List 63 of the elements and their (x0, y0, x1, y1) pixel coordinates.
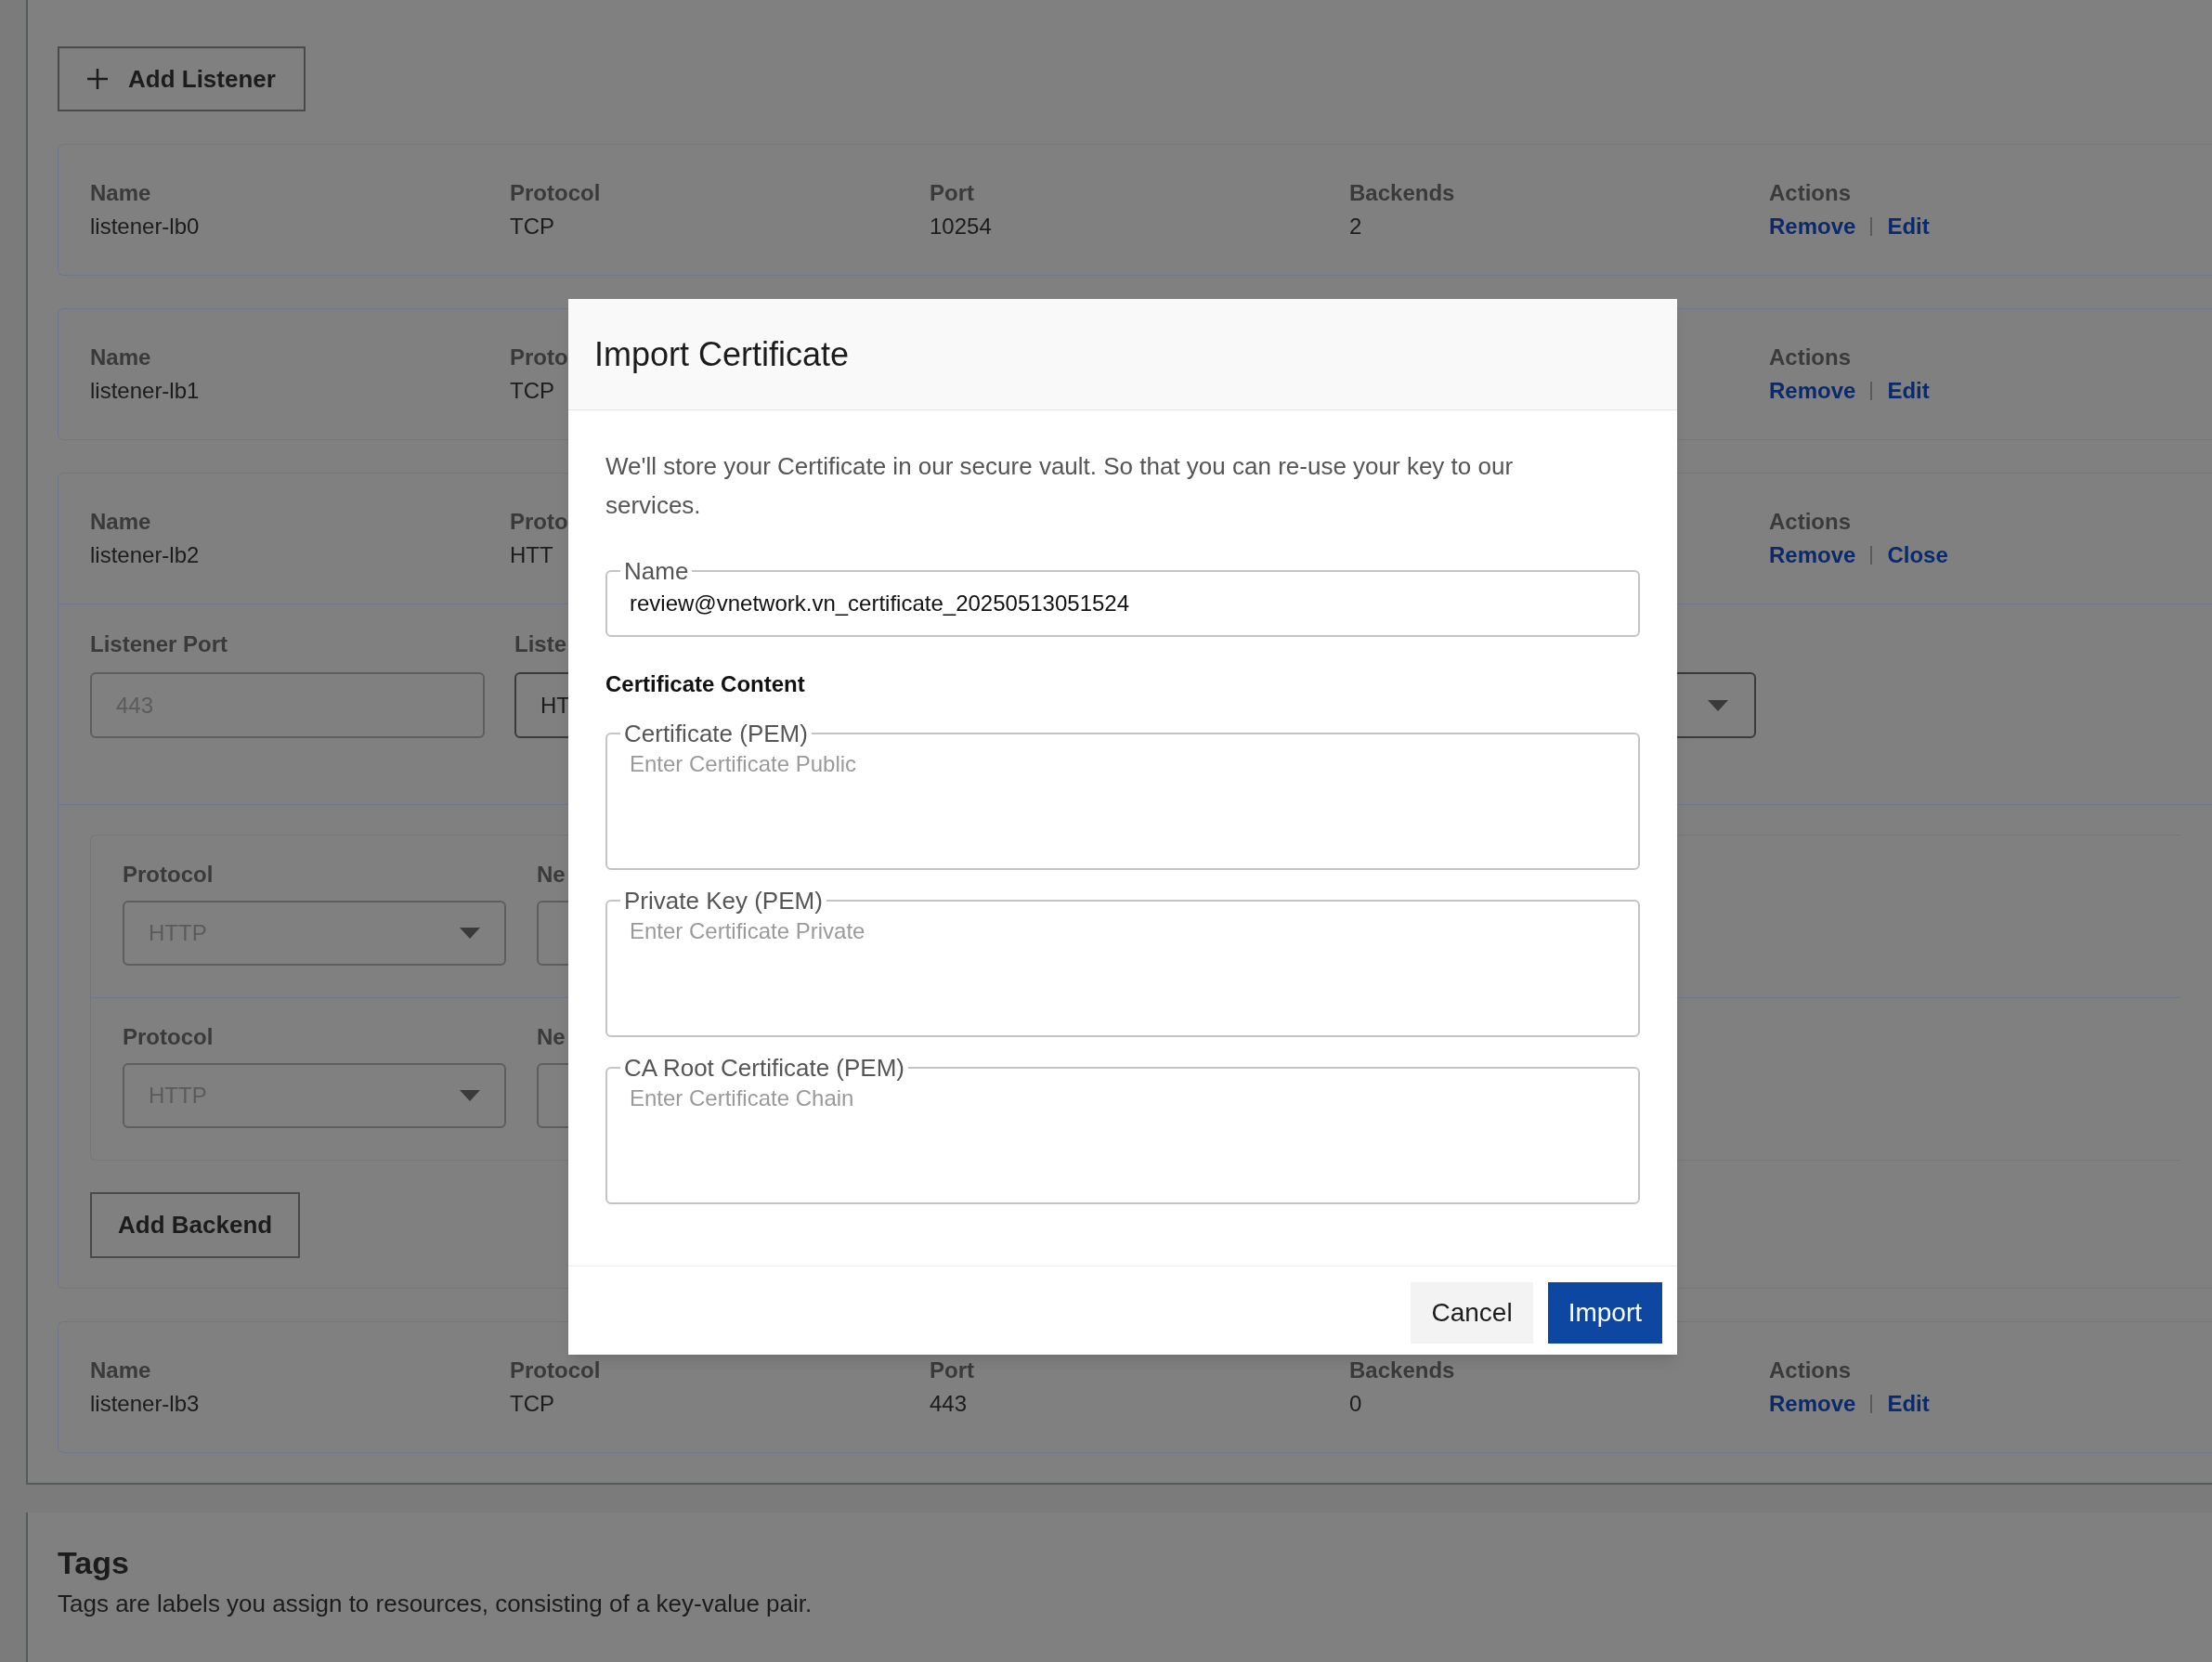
column-label: Backends (1349, 179, 1455, 207)
dialog-description: We'll store your Certificate in our secure vault. So that you can re-use your key to our services. (605, 451, 1515, 521)
caret-icon (460, 1090, 480, 1101)
column-value: TCP (510, 377, 554, 405)
column-label: Protocol (510, 179, 601, 207)
section-title: Tags (58, 1544, 130, 1582)
column-label: Proto (510, 344, 568, 371)
column-value: 0 (1349, 1390, 1362, 1418)
action-link[interactable]: Edit (1887, 1387, 1930, 1421)
column-value: 10254 (930, 213, 992, 240)
field-label: Private Key (PEM) (623, 887, 824, 915)
name-input[interactable]: review@vnetwork.vn_certificate_20250513051524 (630, 585, 1616, 622)
column-value: TCP (510, 213, 554, 240)
column-label: Name (90, 1357, 151, 1384)
certificate-input[interactable]: Enter Certificate Public (630, 747, 1616, 850)
column-label: Name (90, 179, 151, 207)
column-label: Protocol (510, 1357, 601, 1384)
certificate-input[interactable]: Enter Certificate Private (630, 915, 1616, 1017)
field-label: Certificate (PEM) (623, 720, 809, 747)
dialog-button[interactable]: Import (1547, 1282, 1662, 1344)
caret-icon (460, 928, 480, 939)
field-label: Ne (537, 1023, 566, 1051)
section-title: Certificate Content (605, 670, 806, 698)
column-value: listener-lb2 (90, 541, 200, 569)
field-label: Name (623, 557, 690, 585)
caret-icon (1708, 699, 1728, 711)
action-link[interactable]: Remove (1769, 539, 1856, 572)
action-link[interactable]: Remove (1769, 210, 1856, 243)
column-value: TCP (510, 1390, 554, 1418)
column-value: 2 (1349, 213, 1362, 240)
column-label: Actions (1769, 179, 1851, 207)
field-label: Listener Port (90, 630, 229, 658)
section-description: Tags are labels you assign to resources, consisting of a key-value pair. (58, 1589, 813, 1619)
field-label: CA Root Certificate (PEM) (623, 1054, 905, 1082)
field-label: Protocol (123, 1023, 215, 1051)
action-link[interactable]: Close (1887, 539, 1948, 572)
column-value: listener-lb3 (90, 1390, 200, 1418)
column-label: Proto (510, 508, 568, 536)
add-backend-button[interactable]: Add Backend (90, 1192, 301, 1258)
column-label: Name (90, 344, 151, 371)
field-label: Protocol (123, 861, 215, 889)
column-label: Actions (1769, 1357, 1851, 1384)
field-label: Ne (537, 861, 566, 889)
dialog-button[interactable]: Cancel (1411, 1282, 1533, 1344)
column-label: Name (90, 508, 151, 536)
certificate-input[interactable]: Enter Certificate Chain (630, 1082, 1616, 1184)
action-link[interactable]: Remove (1769, 1387, 1856, 1421)
column-label: Backends (1349, 1357, 1455, 1384)
action-link[interactable]: Remove (1769, 374, 1856, 408)
dialog-title: Import Certificate (594, 333, 850, 375)
column-value: 443 (930, 1390, 968, 1418)
action-link[interactable]: Edit (1887, 210, 1930, 243)
action-link[interactable]: Edit (1887, 374, 1930, 408)
plus-icon (87, 69, 108, 89)
column-label: Actions (1769, 508, 1851, 536)
column-label: Port (930, 179, 974, 207)
column-value: listener-lb0 (90, 213, 200, 240)
column-label: Actions (1769, 344, 1851, 371)
column-value: listener-lb1 (90, 377, 200, 405)
column-value: HTT (510, 541, 553, 569)
column-label: Port (930, 1357, 974, 1384)
add-listener-button[interactable]: Add Listener (58, 46, 306, 111)
field-label: Liste (514, 630, 566, 658)
